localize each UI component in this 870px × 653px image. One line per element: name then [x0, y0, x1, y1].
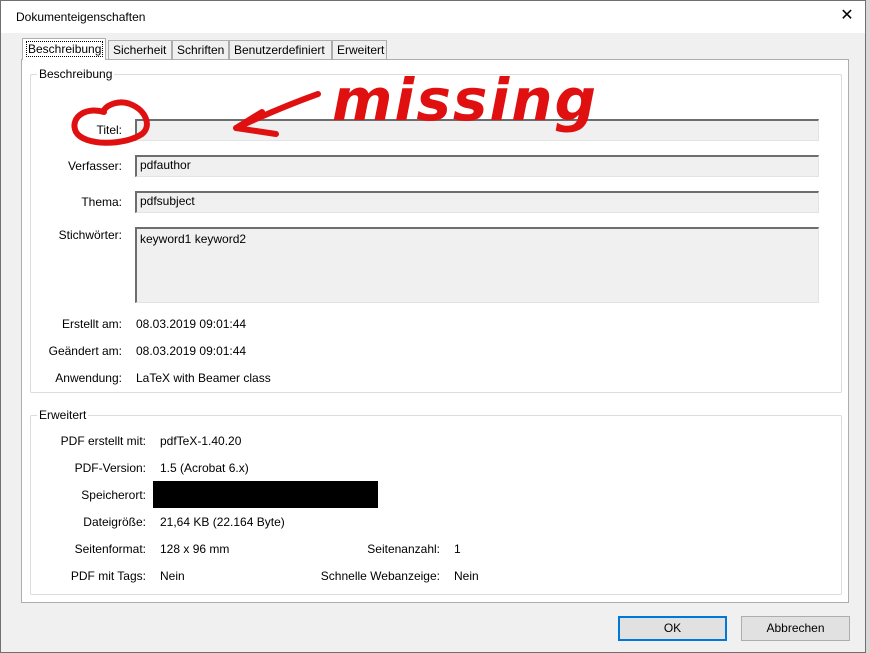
application-value: LaTeX with Beamer class — [136, 371, 271, 385]
advanced-group-title: Erweitert — [37, 408, 89, 422]
title-field[interactable] — [135, 119, 819, 141]
subject-field[interactable]: pdfsubject — [135, 191, 819, 213]
pdf-version-value: 1.5 (Acrobat 6.x) — [160, 461, 249, 475]
fast-web-view-label: Schnelle Webanzeige: — [320, 569, 440, 583]
page-count-value: 1 — [454, 542, 461, 556]
producer-label: PDF erstellt mit: — [60, 434, 146, 448]
producer-value: pdfTeX-1.40.20 — [160, 434, 242, 448]
fast-web-view-value: Nein — [454, 569, 479, 583]
title-bar[interactable]: Dokumenteigenschaften ✕ — [1, 1, 865, 33]
page-format-label: Seitenformat: — [74, 542, 146, 556]
window-title: Dokumenteigenschaften — [16, 10, 146, 24]
tab-erweitert[interactable]: Erweitert — [332, 40, 387, 59]
keywords-field[interactable]: keyword1 keyword2 — [135, 227, 819, 303]
created-label: Erstellt am: — [61, 317, 122, 331]
application-label: Anwendung: — [55, 371, 122, 385]
advanced-group: Erweitert — [30, 408, 842, 595]
pdf-version-label: PDF-Version: — [74, 461, 146, 475]
author-field[interactable]: pdfauthor — [135, 155, 819, 177]
keywords-label: Stichwörter: — [58, 228, 122, 242]
title-label: Titel: — [96, 123, 122, 137]
page-count-label: Seitenanzahl: — [367, 542, 440, 556]
file-size-value: 21,64 KB (22.164 Byte) — [160, 515, 285, 529]
author-label: Verfasser: — [67, 159, 122, 173]
modified-value: 08.03.2019 09:01:44 — [136, 344, 247, 358]
file-size-label: Dateigröße: — [83, 515, 146, 529]
tab-panel: Beschreibung Titel: Verfasser: pdfauthor… — [21, 59, 849, 603]
tab-schriften[interactable]: Schriften — [172, 40, 229, 59]
cancel-button[interactable]: Abbrechen — [741, 616, 850, 641]
tab-benutzerdefiniert[interactable]: Benutzerdefiniert — [229, 40, 332, 59]
tab-sicherheit[interactable]: Sicherheit — [108, 40, 172, 59]
location-redacted — [153, 481, 378, 508]
tab-beschreibung[interactable]: Beschreibung — [22, 38, 106, 60]
tagged-pdf-label: PDF mit Tags: — [70, 569, 146, 583]
close-button[interactable]: ✕ — [833, 3, 861, 29]
location-label: Speicherort: — [81, 488, 146, 502]
document-properties-dialog: Dokumenteigenschaften ✕ Beschreibung Sic… — [0, 0, 866, 653]
description-group-title: Beschreibung — [37, 67, 115, 81]
tagged-pdf-value: Nein — [160, 569, 185, 583]
close-icon: ✕ — [840, 7, 854, 24]
subject-label: Thema: — [81, 195, 122, 209]
ok-button[interactable]: OK — [618, 616, 727, 641]
page-format-value: 128 x 96 mm — [160, 542, 230, 556]
modified-label: Geändert am: — [48, 344, 122, 358]
created-value: 08.03.2019 09:01:44 — [136, 317, 247, 331]
